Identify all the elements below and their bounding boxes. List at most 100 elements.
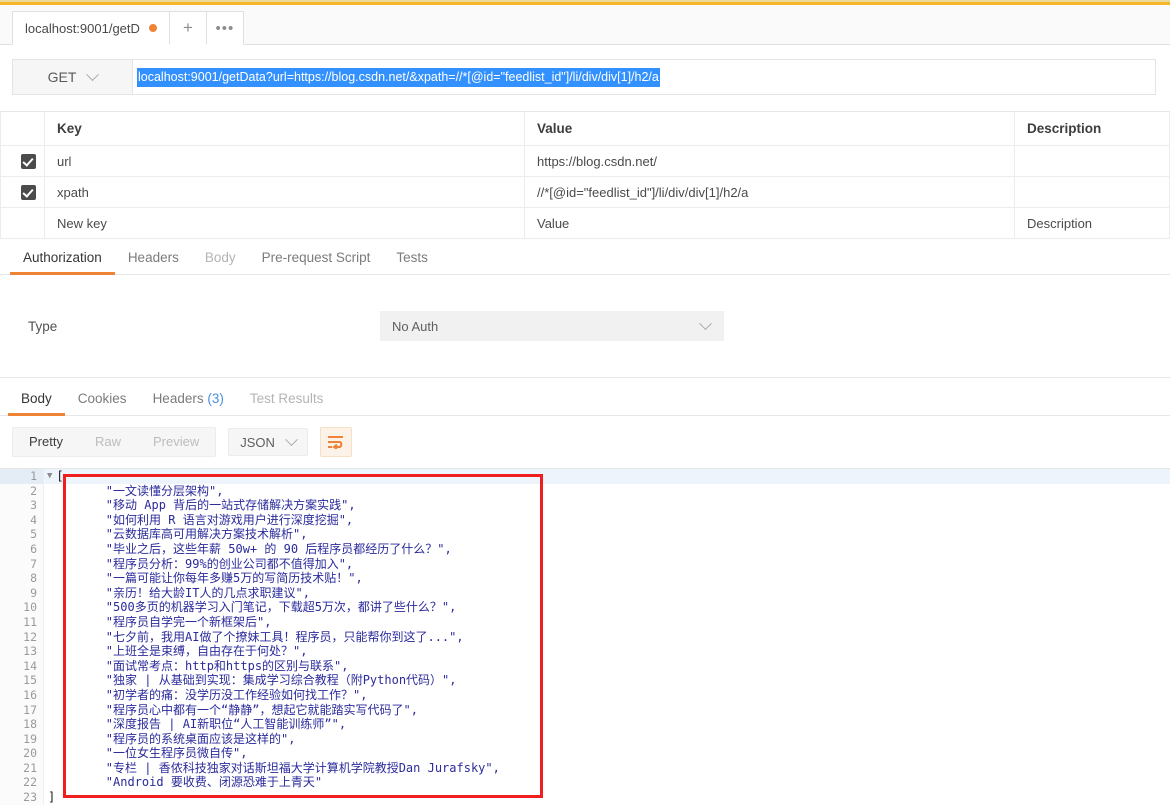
param-value[interactable]: https://blog.csdn.net/ — [524, 145, 1015, 177]
chevron-down-icon — [699, 316, 712, 330]
request-section-tabs: Authorization Headers Body Pre-request S… — [0, 239, 1170, 275]
response-format-label: JSON — [240, 434, 275, 450]
code-line: 5 "云数据库高可用解决方案技术解析", — [0, 527, 1170, 542]
line-number: 18 — [0, 717, 44, 732]
tab-test-results[interactable]: Test Results — [237, 391, 337, 415]
line-number: 9 — [0, 585, 44, 601]
line-number: 2 — [0, 483, 44, 499]
code-text: "云数据库高可用解决方案技术解析", — [48, 527, 308, 542]
tab-body[interactable]: Body — [192, 250, 249, 274]
table-row: url https://blog.csdn.net/ — [0, 145, 1170, 177]
code-line: 8 "一篇可能让你每年多赚5万的写简历技术贴！", — [0, 571, 1170, 586]
tab-response-headers[interactable]: Headers (3) — [140, 391, 237, 415]
param-description[interactable] — [1014, 145, 1170, 177]
new-param-key-input[interactable]: New key — [44, 207, 525, 239]
new-param-value-input[interactable]: Value — [524, 207, 1015, 239]
request-tab-label: localhost:9001/getD — [25, 20, 140, 36]
param-value[interactable]: //*[@id="feedlist_id"]/li/div/div[1]/h2/… — [524, 176, 1015, 208]
code-text: "Android 要收费、闭源恐难于上青天" — [48, 775, 323, 790]
code-line: 15 "独家 | 从基础到实现：集成学习综合教程（附Python代码）", — [0, 673, 1170, 688]
param-key[interactable]: url — [44, 145, 525, 177]
tab-pre-request-script[interactable]: Pre-request Script — [249, 250, 384, 274]
tab-response-body[interactable]: Body — [8, 391, 65, 416]
fold-toggle-icon[interactable]: ▼ — [44, 469, 52, 484]
code-line: 10 "500多页的机器学习入门笔记，下载超5万次，都讲了些什么？", — [0, 600, 1170, 615]
column-header-description: Description — [1014, 112, 1170, 146]
line-number: 21 — [0, 760, 44, 776]
code-line: 2 "一文读懂分层架构", — [0, 483, 1170, 499]
code-line: 12 "七夕前，我用AI做了个撩妹工具！程序员，只能帮你到这了...", — [0, 629, 1170, 645]
param-key[interactable]: xpath — [44, 176, 525, 208]
code-text: "一文读懂分层架构", — [48, 483, 224, 498]
url-input[interactable]: localhost:9001/getData?url=https://blog.… — [132, 59, 1156, 95]
line-number: 10 — [0, 600, 44, 615]
column-header-value: Value — [524, 112, 1015, 146]
wrap-lines-button[interactable] — [319, 427, 352, 457]
line-number: 1 — [0, 469, 44, 484]
code-line: 1 ▼ [ — [0, 469, 1170, 484]
code-text: "程序员分析：99%的创业公司都不值得加入", — [48, 556, 354, 571]
tab-headers[interactable]: Headers — [115, 250, 192, 274]
code-line: 23] — [0, 790, 1170, 805]
code-text: "毕业之后，这些年薪 50w+ 的 90 后程序员都经历了什么？", — [48, 541, 452, 556]
code-text: "一篇可能让你每年多赚5万的写简历技术贴！", — [48, 571, 363, 586]
row-enable-checkbox[interactable] — [0, 176, 45, 208]
response-format-selector[interactable]: JSON — [228, 428, 308, 456]
code-line: 18 "深度报告 | AI新职位“人工智能训练师”", — [0, 717, 1170, 732]
line-number: 4 — [0, 512, 44, 528]
code-line: 9 "亲历！给大龄IT人的几点求职建议", — [0, 585, 1170, 601]
headers-count-badge: (3) — [207, 391, 224, 406]
view-mode-preview[interactable]: Preview — [137, 429, 215, 455]
code-text: "移动 App 背后的一站式存储解决方案实践", — [48, 498, 356, 513]
header-checkbox-cell — [0, 112, 45, 146]
line-number: 13 — [0, 644, 44, 659]
tab-tests[interactable]: Tests — [383, 250, 441, 274]
code-line: 4 "如何利用 R 语言对游戏用户进行深度挖掘", — [0, 512, 1170, 528]
tab-options-button[interactable]: ••• — [206, 11, 244, 45]
code-text: "500多页的机器学习入门笔记，下载超5万次，都讲了些什么？", — [48, 600, 457, 615]
request-tab[interactable]: localhost:9001/getD — [12, 11, 170, 45]
new-tab-button[interactable]: + — [169, 11, 207, 45]
authorization-panel: Type No Auth — [0, 275, 1170, 378]
row-enable-checkbox[interactable] — [0, 145, 45, 177]
line-number: 12 — [0, 629, 44, 645]
view-mode-raw[interactable]: Raw — [79, 429, 137, 455]
new-param-description-input[interactable]: Description — [1014, 207, 1170, 239]
line-number: 6 — [0, 541, 44, 557]
checkbox-checked-icon — [21, 185, 36, 201]
chevron-down-icon — [86, 67, 100, 81]
code-line: 17 "程序员心中都有一个“静静”，想起它就能踏实写代码了", — [0, 702, 1170, 718]
line-number: 17 — [0, 702, 44, 718]
query-params-table: Key Value Description url https://blog.c… — [0, 112, 1170, 239]
wrap-lines-icon — [328, 436, 344, 449]
view-mode-toggle: Pretty Raw Preview — [12, 427, 217, 457]
tab-response-cookies[interactable]: Cookies — [65, 391, 140, 415]
param-description[interactable] — [1014, 176, 1170, 208]
line-number: 7 — [0, 556, 44, 572]
auth-type-select[interactable]: No Auth — [380, 311, 724, 341]
code-lines-container: 1 ▼[2 "一文读懂分层架构", 3 "移动 App 背后的一站式存储解决方案实践… — [0, 469, 1170, 805]
unsaved-indicator-icon — [148, 24, 157, 32]
view-mode-pretty[interactable]: Pretty — [13, 429, 79, 455]
code-text: "亲历！给大龄IT人的几点求职建议", — [48, 585, 310, 600]
tab-response-headers-label: Headers — [152, 391, 204, 406]
table-row-new: New key Value Description — [0, 207, 1170, 239]
http-method-label: GET — [47, 69, 77, 85]
line-number: 15 — [0, 673, 44, 688]
code-line: 7 "程序员分析：99%的创业公司都不值得加入", — [0, 556, 1170, 572]
response-body-viewer[interactable]: 1 ▼[2 "一文读懂分层架构", 3 "移动 App 背后的一站式存储解决方案实践… — [0, 468, 1170, 811]
code-line: 3 "移动 App 背后的一站式存储解决方案实践", — [0, 498, 1170, 513]
line-number: 16 — [0, 687, 44, 703]
line-number: 5 — [0, 527, 44, 542]
response-section-tabs: Body Cookies Headers (3) Test Results — [0, 378, 1170, 416]
line-number: 22 — [0, 775, 44, 791]
code-line: 21 "专栏 | 香侬科技独家对话斯坦福大学计算机学院教授Dan Jurafsk… — [0, 760, 1170, 776]
http-method-selector[interactable]: GET — [12, 59, 132, 95]
column-header-key: Key — [44, 112, 525, 146]
tab-authorization[interactable]: Authorization — [10, 250, 115, 275]
line-number: 14 — [0, 658, 44, 674]
line-number: 20 — [0, 746, 44, 761]
code-text: "程序员心中都有一个“静静”，想起它就能踏实写代码了", — [48, 702, 418, 717]
line-number: 19 — [0, 731, 44, 747]
code-text: "程序员自学完一个新框架后", — [48, 614, 272, 629]
